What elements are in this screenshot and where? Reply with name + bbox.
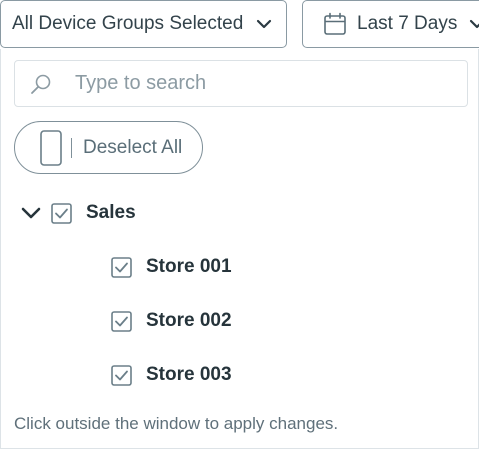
search-box [14, 60, 468, 107]
tree-node-label: Store 002 [146, 310, 232, 331]
device-group-dropdown-label: All Device Groups Selected [12, 13, 244, 34]
checkbox-checked-icon[interactable] [111, 364, 132, 386]
checkbox-checked-icon[interactable] [51, 202, 72, 224]
search-input[interactable] [75, 72, 435, 95]
tree-node-label: Sales [86, 202, 136, 223]
date-range-label: Last 7 Days [357, 13, 458, 34]
checkbox-checked-icon[interactable] [111, 256, 132, 278]
date-range-dropdown[interactable]: Last 7 Days [302, 0, 479, 48]
chevron-down-icon [470, 19, 479, 29]
mobile-device-icon [40, 129, 62, 166]
calendar-icon [324, 12, 346, 35]
chevron-down-icon[interactable] [20, 202, 42, 224]
search-icon [31, 74, 51, 94]
tree-node-sales: Sales [20, 198, 136, 228]
tree-node-label: Store 003 [146, 364, 232, 385]
checkbox-checked-icon[interactable] [111, 310, 132, 332]
tree-node-store-001: Store 001 [111, 252, 232, 282]
apply-changes-hint: Click outside the window to apply change… [14, 414, 339, 433]
deselect-all-button[interactable]: Deselect All [14, 121, 203, 174]
device-group-dropdown-panel: Deselect All Sales Store 001 [0, 49, 479, 449]
deselect-all-label: Deselect All [83, 136, 183, 158]
tree-node-store-002: Store 002 [111, 306, 232, 336]
tree-node-label: Store 001 [146, 256, 232, 277]
separator [71, 137, 72, 158]
chevron-down-icon [256, 19, 272, 29]
device-group-dropdown[interactable]: All Device Groups Selected [0, 0, 287, 48]
filter-bar: All Device Groups Selected Last 7 Days [0, 0, 479, 49]
tree-node-store-003: Store 003 [111, 360, 232, 390]
